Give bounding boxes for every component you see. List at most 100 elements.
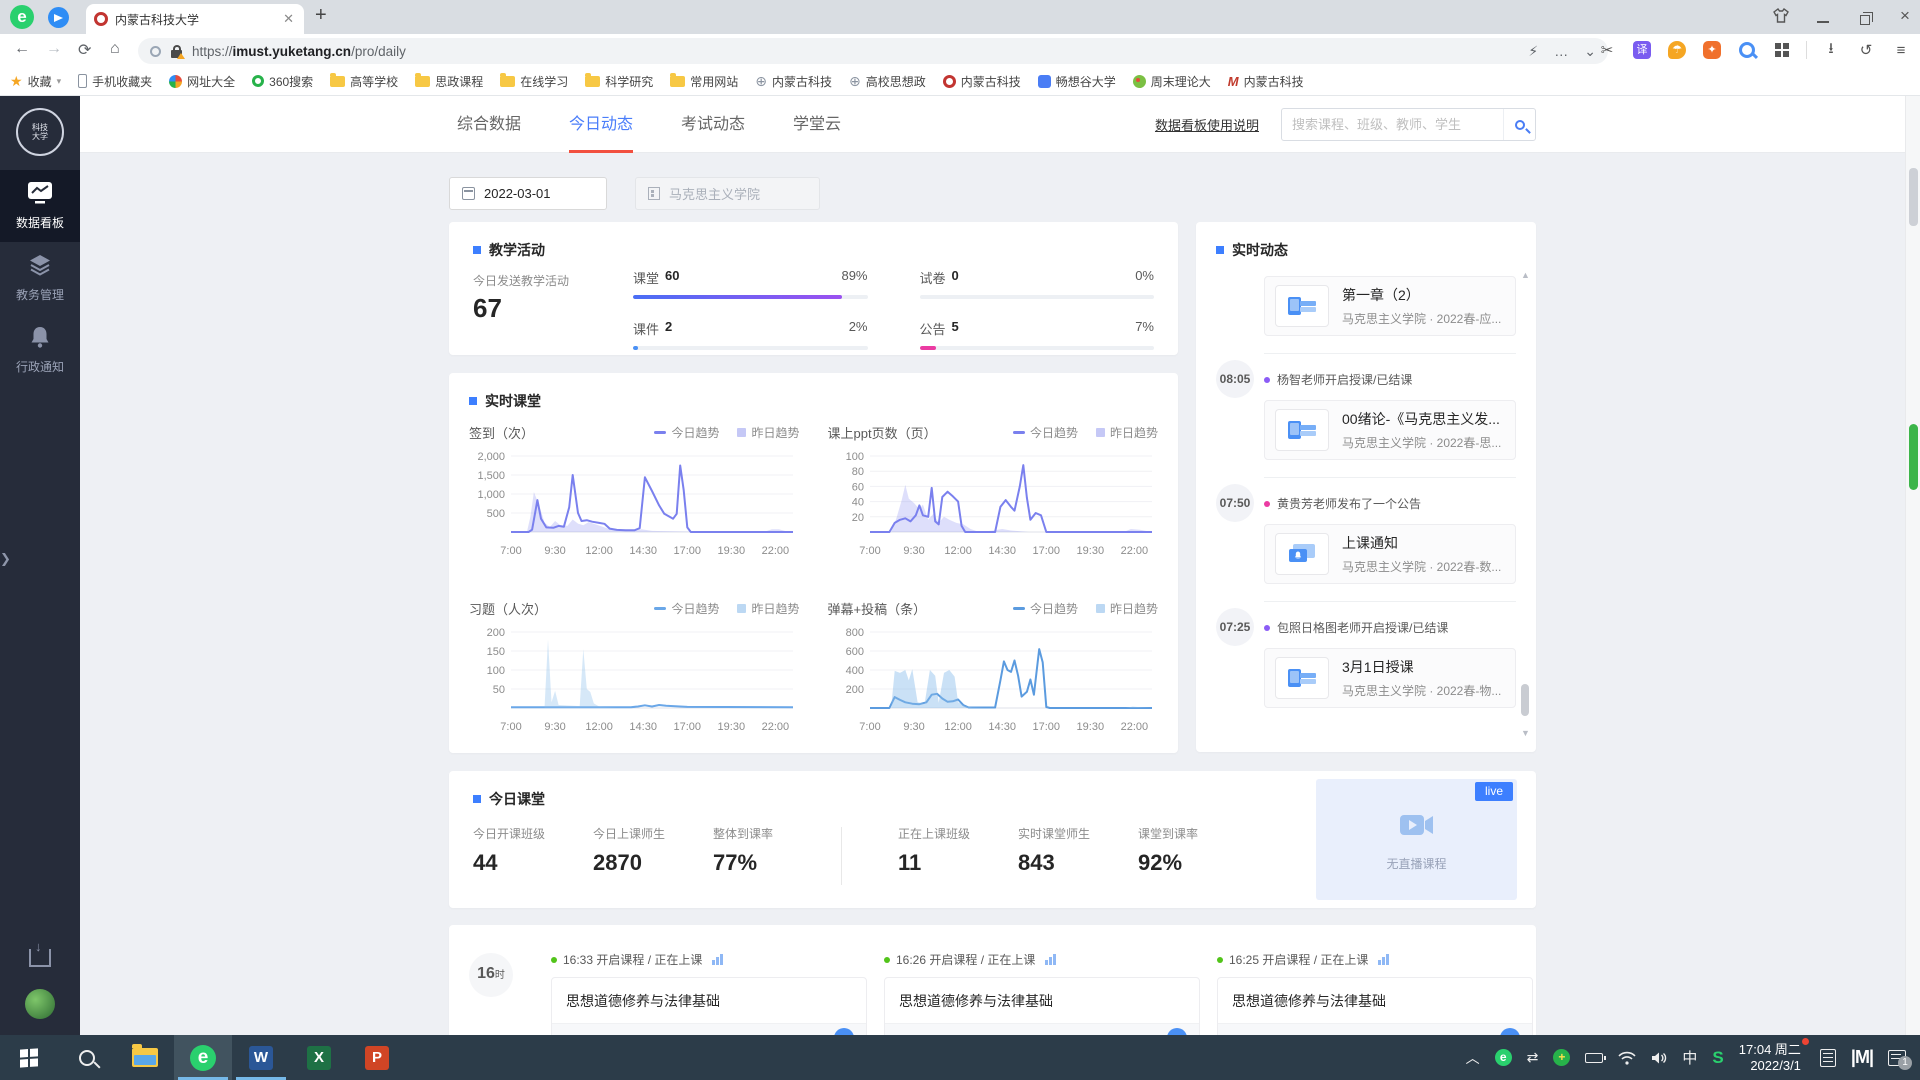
word-icon[interactable]: W <box>232 1035 290 1080</box>
course-action-icon[interactable] <box>1167 1028 1187 1035</box>
scroll-up-icon[interactable]: ▲ <box>1521 270 1530 280</box>
url-field[interactable]: https://imust.yuketang.cn/pro/daily ⚡ … … <box>138 38 1608 64</box>
apps-grid-icon[interactable] <box>1771 39 1793 61</box>
battery-icon[interactable] <box>1585 1052 1607 1063</box>
feed-course-card[interactable]: 00绪论-《马克思主义发... 马克思主义学院 · 2022春-思... <box>1264 400 1516 460</box>
browser-logo-icon[interactable]: e <box>10 5 34 29</box>
browser-tab[interactable]: 内蒙古科技大学 ✕ <box>86 4 304 34</box>
session-card[interactable]: 思想道德修养与法律基础 <box>884 977 1200 1035</box>
more-options-icon[interactable]: … <box>1554 43 1568 59</box>
wifi-icon[interactable] <box>1618 1051 1636 1065</box>
bookmark-畅想谷大学[interactable]: 畅想谷大学 <box>1037 73 1116 90</box>
home-icon[interactable]: ⌂ <box>110 40 120 58</box>
new-tab-button[interactable]: + <box>315 4 327 27</box>
bookmark-360搜索[interactable]: 360搜索 <box>252 73 313 90</box>
bookmark-高校思想政[interactable]: ⊕ 高校思想政 <box>849 73 926 90</box>
page-scrollbar[interactable] <box>1905 96 1920 1035</box>
scroll-down-icon[interactable]: ▼ <box>1521 728 1530 738</box>
m-app-icon[interactable]: |M| <box>1851 1047 1874 1068</box>
bookmark-周末理论大[interactable]: 周末理论大 <box>1132 73 1211 90</box>
download-center-icon[interactable] <box>29 939 51 967</box>
feed-scrollbar[interactable]: ▲ ▼ <box>1519 270 1531 738</box>
bookmark-内蒙古科技[interactable]: M 内蒙古科技 <box>1228 73 1304 90</box>
downloads-icon[interactable]: ⭳ <box>1820 39 1842 61</box>
bookmark-网址大全[interactable]: 网址大全 <box>169 73 235 90</box>
menu-icon[interactable]: ≡ <box>1890 39 1912 61</box>
sidebar-item-数据看板[interactable]: 数据看板 <box>0 170 80 242</box>
start-button[interactable] <box>0 1035 58 1080</box>
bookmark-高等学校[interactable]: 高等学校 <box>330 72 398 90</box>
scroll-thumb[interactable] <box>1521 684 1529 716</box>
bookmark-在线学习[interactable]: 在线学习 <box>500 72 568 90</box>
bookmark-手机收藏夹[interactable]: 手机收藏夹 <box>78 73 152 90</box>
stat-今日开课班级: 今日开课班级 44 <box>473 825 593 876</box>
school-filter[interactable]: 马克思主义学院 <box>635 177 820 210</box>
dashboard-help-link[interactable]: 数据看板使用说明 <box>1155 115 1259 134</box>
minimize-button[interactable] <box>1810 13 1836 29</box>
bookmark-常用网站[interactable]: 常用网站 <box>670 72 738 90</box>
search-input[interactable] <box>1282 117 1503 132</box>
bookmark-内蒙古科技[interactable]: 内蒙古科技 <box>942 73 1021 90</box>
forward-icon[interactable]: → <box>46 40 62 58</box>
theme-skin-button[interactable] <box>1768 8 1794 26</box>
tray-360-shield-icon[interactable]: + <box>1553 1049 1571 1066</box>
games-icon[interactable]: ✦ <box>1701 39 1723 61</box>
url-text[interactable]: https://imust.yuketang.cn/pro/daily <box>192 44 1512 59</box>
volume-icon[interactable] <box>1651 1051 1667 1065</box>
notifications-icon[interactable]: 1 <box>1888 1049 1912 1070</box>
tray-s-app-icon[interactable]: S <box>1712 1048 1723 1068</box>
scroll-position-marker[interactable] <box>1909 424 1918 490</box>
ssl-lock-icon[interactable] <box>171 44 185 59</box>
tab-考试动态[interactable]: 考试动态 <box>681 96 745 153</box>
notes-app-icon[interactable] <box>1819 1048 1836 1067</box>
security-shield-icon[interactable]: ☂ <box>1666 39 1688 61</box>
user-avatar[interactable] <box>25 989 55 1019</box>
clip-icon[interactable]: ✂ <box>1596 39 1618 61</box>
tab-学堂云[interactable]: 学堂云 <box>793 96 841 153</box>
search-box[interactable] <box>1281 108 1536 141</box>
back-icon[interactable]: ← <box>14 40 30 58</box>
live-course-box[interactable]: live 无直播课程 <box>1316 779 1517 900</box>
search-extension-icon[interactable] <box>1736 39 1758 61</box>
tray-browser-icon[interactable]: e <box>1494 1049 1512 1066</box>
lightning-icon[interactable]: ⚡ <box>1528 43 1538 60</box>
feed-course-card[interactable]: 3月1日授课 马克思主义学院 · 2022春-物... <box>1264 648 1516 708</box>
session-card[interactable]: 思想道德修养与法律基础 <box>1217 977 1533 1035</box>
reader-mode-icon[interactable] <box>150 45 161 57</box>
bookmark-内蒙古科技[interactable]: ⊕ 内蒙古科技 <box>755 73 832 90</box>
translate-icon[interactable]: 译 <box>1631 39 1653 61</box>
tab-今日动态[interactable]: 今日动态 <box>569 96 633 153</box>
date-picker[interactable]: 2022-03-01 <box>449 177 607 210</box>
tab-close-icon[interactable]: ✕ <box>281 11 296 27</box>
sidebar-item-行政通知[interactable]: 行政通知 <box>0 314 80 386</box>
tray-tuner-icon[interactable]: ⇄ <box>1527 1049 1539 1066</box>
close-button[interactable]: × <box>1892 6 1918 26</box>
file-explorer-icon[interactable] <box>116 1035 174 1080</box>
bookmark-科学研究[interactable]: 科学研究 <box>585 72 653 90</box>
live-badge: live <box>1475 782 1513 801</box>
session-card[interactable]: 思想道德修养与法律基础 <box>551 977 867 1035</box>
taskbar-search-icon[interactable] <box>58 1035 116 1080</box>
browser-account-icon[interactable] <box>48 7 69 28</box>
course-action-icon[interactable] <box>834 1028 854 1035</box>
course-action-icon[interactable] <box>1500 1028 1520 1035</box>
bookmark-思政课程[interactable]: 思政课程 <box>415 72 483 90</box>
search-button[interactable] <box>1503 109 1535 140</box>
feed-course-card[interactable]: 上课通知 马克思主义学院 · 2022春-数... <box>1264 524 1516 584</box>
tab-综合数据[interactable]: 综合数据 <box>457 96 521 153</box>
powerpoint-icon[interactable]: P <box>348 1035 406 1080</box>
chevron-down-icon[interactable]: ⌄ <box>1584 43 1596 60</box>
bookmark-收藏[interactable]: ★ 收藏 ▾ <box>10 73 61 90</box>
browser-360-icon[interactable]: e <box>174 1035 232 1080</box>
clock[interactable]: 17:04 周二 2022/3/1 <box>1739 1037 1809 1074</box>
sidebar-collapse-handle[interactable]: ❯ <box>0 551 11 567</box>
feed-course-card[interactable]: 第一章（2） 马克思主义学院 · 2022春-应... <box>1264 276 1516 336</box>
excel-icon[interactable]: X <box>290 1035 348 1080</box>
history-undo-icon[interactable]: ↺ <box>1855 39 1877 61</box>
refresh-icon[interactable]: ⟳ <box>78 40 91 60</box>
ime-indicator[interactable]: 中 <box>1682 1047 1697 1068</box>
sidebar-item-教务管理[interactable]: 教务管理 <box>0 242 80 314</box>
tray-expand-icon[interactable]: ︿ <box>1466 1048 1480 1068</box>
page-scroll-thumb[interactable] <box>1909 168 1918 226</box>
restore-button[interactable] <box>1852 12 1878 28</box>
